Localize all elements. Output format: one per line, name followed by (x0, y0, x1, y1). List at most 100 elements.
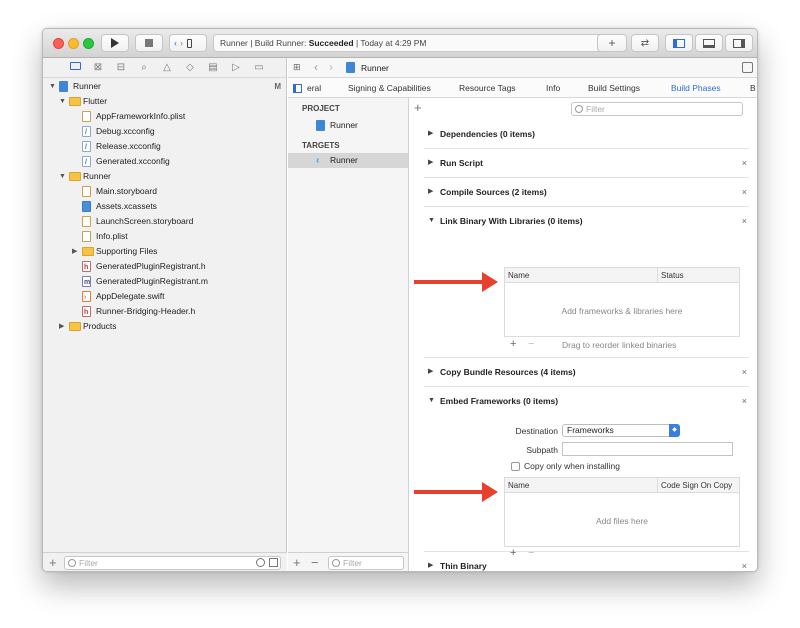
file-tree-row[interactable]: / Release.xcconfig (43, 139, 287, 154)
disclosure-closed-icon[interactable]: ▶ (59, 319, 67, 334)
add-phase-icon[interactable]: + (414, 100, 422, 115)
target-list-toggle-icon[interactable] (293, 84, 302, 93)
search-icon[interactable]: ⌕ (138, 62, 150, 74)
source-control-icon[interactable]: ⊠ (92, 62, 104, 74)
warning-icon[interactable]: △ (161, 62, 173, 74)
jumpbar-crumb-runner[interactable]: Runner (361, 58, 389, 78)
editor-tab[interactable]: Build Settings (588, 78, 640, 98)
disclosure-open-icon[interactable]: ▼ (428, 387, 435, 415)
disclosure-closed-icon[interactable]: ▶ (428, 120, 433, 148)
file-tree-row[interactable]: ▼ Runner (43, 169, 287, 184)
remove-phase-icon[interactable]: × (742, 358, 747, 386)
run-button[interactable] (101, 34, 129, 52)
target-item-runner[interactable]: ‹ Runner (288, 153, 408, 168)
code-review-button[interactable]: ⇄ (631, 34, 659, 52)
toggle-debug-area-button[interactable] (695, 34, 723, 52)
build-phase-title[interactable]: Embed Frameworks (0 items) (440, 387, 558, 415)
file-tree-label: Main.storyboard (96, 186, 157, 196)
remove-phase-icon[interactable]: × (742, 387, 747, 415)
navigator-filter-input[interactable]: Filter (64, 556, 281, 570)
disclosure-closed-icon[interactable]: ▶ (428, 178, 433, 206)
recent-files-icon[interactable] (256, 558, 265, 567)
build-phase-title[interactable]: Link Binary With Libraries (0 items) (440, 207, 583, 235)
editor-tab[interactable]: eral (307, 78, 321, 98)
phases-filter-input[interactable]: Filter (571, 102, 743, 116)
toggle-inspector-button[interactable] (725, 34, 753, 52)
file-tree-row[interactable]: m GeneratedPluginRegistrant.m (43, 274, 287, 289)
targets-filter-input[interactable]: Filter (328, 556, 404, 570)
back-icon[interactable]: ‹ (314, 60, 318, 74)
build-phase-title[interactable]: Thin Binary (440, 552, 487, 571)
editor-tab[interactable]: Info (546, 78, 560, 98)
related-items-icon[interactable]: ⊞ (293, 62, 301, 73)
test-diamond-icon[interactable]: ◇ (184, 62, 196, 74)
remove-phase-icon[interactable]: × (742, 149, 747, 177)
project-icon (316, 120, 325, 131)
remove-library-icon[interactable]: − (528, 338, 534, 350)
library-button[interactable]: + (597, 34, 627, 52)
scm-filter-icon[interactable] (269, 558, 278, 567)
build-phase-title[interactable]: Dependencies (0 items) (440, 120, 535, 148)
destination-popup[interactable]: Frameworks ◆ (562, 424, 680, 437)
file-tree-row[interactable]: Assets.xcassets (43, 199, 287, 214)
disclosure-closed-icon[interactable]: ▶ (428, 552, 433, 571)
subpath-label: Subpath (526, 445, 558, 455)
file-tree-row[interactable]: LaunchScreen.storyboard (43, 214, 287, 229)
disclosure-open-icon[interactable]: ▼ (49, 79, 57, 94)
link-libraries-table: Name Status Add frameworks & libraries h… (504, 267, 740, 337)
stop-button[interactable] (135, 34, 163, 52)
file-tree-row[interactable]: ▼ Flutter (43, 94, 287, 109)
subpath-field[interactable] (562, 442, 733, 456)
breakpoint-icon[interactable]: ▷ (230, 62, 242, 74)
editor-tab[interactable]: Resource Tags (459, 78, 516, 98)
file-tree-row[interactable]: h GeneratedPluginRegistrant.h (43, 259, 287, 274)
add-target-icon[interactable]: + (293, 555, 301, 570)
disclosure-closed-icon[interactable]: ▶ (428, 149, 433, 177)
scheme-selector[interactable]: ‹ › (169, 34, 207, 52)
file-tree-row[interactable]: Main.storyboard (43, 184, 287, 199)
add-framework-icon[interactable]: + (510, 547, 516, 559)
disclosure-open-icon[interactable]: ▼ (59, 94, 67, 109)
copy-only-checkbox[interactable] (511, 462, 520, 471)
build-phase-title[interactable]: Copy Bundle Resources (4 items) (440, 358, 576, 386)
remove-phase-icon[interactable]: × (742, 178, 747, 206)
build-phase-title[interactable]: Compile Sources (2 items) (440, 178, 547, 206)
build-phases-editor: + Filter ▶ Dependencies (0 items) ▶ Run Scr… (410, 98, 757, 571)
file-tree-row[interactable]: h Runner-Bridging-Header.h (43, 304, 287, 319)
close-window-button[interactable] (53, 38, 64, 49)
forward-icon[interactable]: › (329, 60, 333, 74)
disclosure-closed-icon[interactable]: ▶ (72, 244, 80, 259)
file-tree-row[interactable]: / Debug.xcconfig (43, 124, 287, 139)
editor-tab[interactable]: B (750, 78, 756, 98)
disclosure-closed-icon[interactable]: ▶ (428, 358, 433, 386)
embed-empty-message: Add files here (596, 516, 648, 526)
remove-target-icon[interactable]: − (311, 555, 319, 570)
file-tree-row[interactable]: ▼ Runner M (43, 79, 287, 94)
link-col-status: Status (661, 271, 684, 280)
file-tree-row[interactable]: ▶ Supporting Files (43, 244, 287, 259)
file-tree-row[interactable]: / Generated.xcconfig (43, 154, 287, 169)
disclosure-open-icon[interactable]: ▼ (59, 169, 67, 184)
build-phase-title[interactable]: Run Script (440, 149, 483, 177)
debug-icon[interactable]: ▤ (207, 62, 219, 74)
editor-tab[interactable]: Signing & Capabilities (348, 78, 431, 98)
project-item-runner[interactable]: Runner (288, 118, 408, 133)
file-tree-row[interactable]: ▶ Products (43, 319, 287, 334)
minimize-window-button[interactable] (68, 38, 79, 49)
zoom-window-button[interactable] (83, 38, 94, 49)
file-tree-row[interactable]: AppFrameworkInfo.plist (43, 109, 287, 124)
folder-icon[interactable] (69, 62, 81, 74)
symbol-hierarchy-icon[interactable]: ⊟ (115, 62, 127, 74)
report-icon[interactable]: ▭ (253, 62, 265, 74)
file-tree-row[interactable]: › AppDelegate.swift (43, 289, 287, 304)
editor-tab[interactable]: Build Phases (671, 78, 721, 98)
add-library-icon[interactable]: + (510, 338, 516, 350)
add-file-icon[interactable]: + (49, 555, 57, 570)
remove-framework-icon[interactable]: − (528, 547, 534, 559)
add-editor-icon[interactable] (742, 62, 753, 73)
toggle-navigator-button[interactable] (665, 34, 693, 52)
remove-phase-icon[interactable]: × (742, 552, 747, 571)
disclosure-open-icon[interactable]: ▼ (428, 207, 435, 235)
remove-phase-icon[interactable]: × (742, 207, 747, 235)
file-tree-row[interactable]: Info.plist (43, 229, 287, 244)
